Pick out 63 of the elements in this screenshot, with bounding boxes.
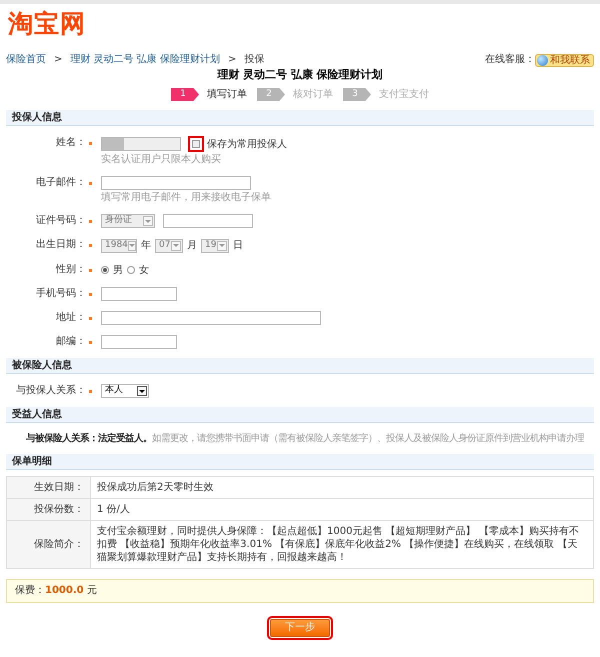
table-cell: 支付宝余额理财，同时提供人身保障：【起点超低】1000元起售 【超短期理财产品】 【零成本】购买持有不扣费 【收益稳】预期年化收益率3.01% 【有保底】保底年化收益2% 【操作便捷】在线购买，在线领取 【天猫聚划算爆款理财产品】支持长期持有，回报越来越高！	[90, 520, 594, 568]
table-cell: 生效日期：	[6, 476, 90, 498]
radio-label: 女	[139, 264, 149, 278]
table-cell: 1 份/人	[90, 498, 594, 520]
phone-field[interactable]	[101, 287, 177, 301]
step-number: 2	[257, 88, 285, 101]
relation-select[interactable]: 本人	[101, 384, 149, 398]
step-label: 支付宝支付	[379, 88, 429, 102]
section-header: 投保人信息	[6, 110, 594, 126]
premium-label: 保费：	[15, 585, 45, 596]
field-label: 姓名：	[55, 136, 86, 150]
save-checkbox[interactable]	[192, 140, 200, 148]
id-type-select[interactable]: 身份证	[101, 214, 155, 228]
section-header: 保单明细	[6, 454, 594, 470]
step-label: 核对订单	[293, 88, 333, 102]
field-hint: 实名认证用户只限本人购买	[101, 154, 222, 166]
logo[interactable]: 淘宝网	[8, 10, 594, 38]
date-unit: 日	[233, 239, 243, 253]
field-label: 出生日期：	[35, 238, 86, 252]
field-label: 手机号码：	[35, 287, 86, 301]
gender-radio[interactable]	[101, 266, 109, 274]
step-number: 3	[343, 88, 371, 101]
name-field[interactable]	[101, 137, 181, 151]
table-cell: 保险简介：	[6, 520, 90, 568]
checkbox-label: 保存为常用投保人	[207, 138, 287, 152]
date-select[interactable]: 19	[201, 238, 229, 252]
date-unit: 年	[141, 239, 151, 253]
radio-label: 男	[113, 264, 123, 278]
breadcrumb-link[interactable]: 理财 灵动二号 弘康 保险理财计划	[70, 54, 220, 66]
date-select[interactable]: 1984	[101, 238, 137, 252]
breadcrumb-separator: >	[228, 54, 236, 66]
field-label: 性别：	[54, 263, 86, 277]
redacted-block	[102, 138, 124, 150]
field-label: 邮编：	[55, 335, 86, 349]
section-header: 被保险人信息	[6, 358, 594, 374]
address-field[interactable]	[101, 311, 321, 325]
page-title: 理财 灵动二号 弘康 保险理财计划	[216, 68, 384, 82]
date-unit: 月	[187, 239, 197, 253]
field-hint: 填写常用电子邮件，用来接收电子保单	[101, 192, 271, 204]
premium-unit: 元	[86, 585, 97, 596]
email-field[interactable]	[101, 176, 251, 190]
id-number-field[interactable]	[163, 214, 253, 228]
section-header: 受益人信息	[6, 407, 594, 423]
service-label: 在线客服：	[485, 54, 535, 66]
field-label: 地址：	[55, 311, 86, 325]
premium-amount: 1000.0	[45, 585, 84, 596]
next-button[interactable]: 下一步	[270, 619, 330, 637]
gender-radio[interactable]	[127, 266, 135, 274]
step-number: 1	[171, 88, 199, 101]
date-select[interactable]: 07	[155, 238, 183, 252]
breadcrumb-link[interactable]: 保险首页	[6, 54, 46, 66]
field-label: 电子邮件：	[35, 176, 86, 190]
table-cell: 投保份数：	[6, 498, 90, 520]
breadcrumb-separator: >	[54, 54, 62, 66]
contact-button[interactable]: 和我联系	[535, 54, 594, 66]
step-label: 填写订单	[207, 88, 247, 102]
globe-icon	[537, 54, 548, 66]
beneficiary-note: 与被保险人关系：法定受益人。如需更改，请您携带书面申请（需有被保险人亲笔签字）、投保人及被保险人身份证原件到营业机构申请办理	[26, 433, 586, 445]
field-label: 证件号码：	[35, 214, 86, 228]
breadcrumb-current: 投保	[244, 54, 264, 66]
table-cell: 投保成功后第2天零时生效	[90, 476, 594, 498]
field-label: 与投保人关系：	[15, 384, 86, 398]
zip-field[interactable]	[101, 335, 177, 349]
